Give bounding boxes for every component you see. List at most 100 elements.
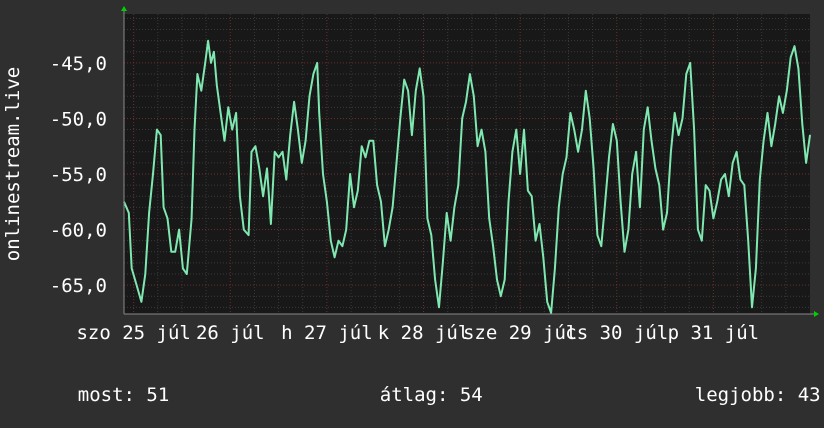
data-point [388, 229, 390, 231]
data-point [480, 129, 483, 131]
data-point [739, 179, 742, 181]
data-point [759, 179, 761, 181]
data-point [778, 95, 780, 97]
average-value-stat: átlag: 54 [334, 362, 483, 428]
data-point [415, 90, 417, 92]
data-point [716, 201, 718, 203]
data-point [426, 217, 428, 219]
data-point [372, 140, 374, 142]
data-point [322, 173, 324, 175]
data-point [308, 95, 311, 97]
data-point [337, 240, 340, 242]
data-point [500, 295, 502, 297]
data-point [395, 162, 398, 164]
data-point [258, 167, 260, 169]
data-point [770, 145, 773, 147]
data-point [293, 101, 295, 103]
average-value: 54 [459, 384, 483, 406]
data-point [647, 106, 649, 108]
data-point [693, 129, 695, 131]
best-label: legjobb: [694, 384, 787, 406]
chart-container: -45,0 -50,0 -55,0 -60,0 -65,0 szo 25 júl 26 j… [0, 0, 824, 406]
y-tick-label: -55,0 [50, 164, 107, 186]
average-label: átlag: [379, 384, 449, 406]
data-point [289, 134, 291, 136]
data-point [573, 129, 575, 131]
data-point [156, 129, 158, 131]
data-point [461, 117, 463, 119]
data-point [274, 151, 276, 153]
y-tick-label: -50,0 [50, 108, 107, 130]
data-point [542, 256, 544, 258]
data-point [612, 123, 614, 125]
data-point [558, 206, 560, 208]
data-point [519, 173, 521, 175]
data-point [191, 217, 193, 219]
data-point [492, 245, 494, 247]
data-point [163, 206, 165, 208]
data-point [235, 112, 237, 114]
data-point [666, 212, 668, 214]
data-point [763, 140, 765, 142]
data-point [281, 151, 284, 153]
data-point [643, 129, 645, 131]
data-point [782, 112, 784, 114]
data-point [207, 40, 209, 42]
data-point [285, 179, 287, 181]
data-point [196, 73, 198, 75]
data-point [736, 151, 738, 153]
data-point [376, 184, 378, 186]
data-point [701, 240, 703, 242]
x-tick-label: k 28 júl [378, 322, 470, 344]
data-point [210, 62, 212, 64]
data-point [220, 112, 222, 114]
data-point [186, 273, 188, 275]
data-point [160, 134, 162, 136]
data-point [469, 73, 471, 75]
data-point [620, 201, 622, 203]
data-point [297, 129, 299, 131]
data-point [511, 151, 513, 153]
data-point [616, 140, 618, 142]
data-point [368, 140, 370, 142]
data-point [193, 129, 196, 131]
data-point [392, 206, 394, 208]
data-point [152, 173, 154, 175]
best-value-stat: legjobb: 43 [649, 362, 821, 428]
data-point [231, 129, 233, 131]
data-point [635, 151, 637, 153]
y-axis-arrow-icon [121, 6, 127, 11]
data-point [743, 184, 745, 186]
plot-area [124, 14, 810, 314]
data-point [213, 51, 215, 53]
data-point [801, 123, 803, 125]
data-point [248, 234, 250, 236]
data-point [361, 145, 363, 147]
data-point [639, 206, 641, 208]
data-point [301, 162, 303, 164]
data-point [178, 229, 180, 231]
data-point [589, 117, 591, 119]
data-point [262, 195, 264, 197]
data-point [670, 151, 672, 153]
data-point [755, 267, 757, 269]
data-point [434, 279, 436, 281]
data-point [419, 67, 421, 69]
x-tick-label: szo 25 júl [76, 322, 190, 344]
data-point [407, 90, 409, 92]
data-point [204, 62, 206, 64]
data-point [724, 173, 726, 175]
x-tick-label: h 27 júl [281, 322, 373, 344]
data-point [316, 62, 318, 64]
data-point [254, 145, 256, 147]
x-tick-label: 26 júl [196, 322, 265, 344]
data-point [728, 195, 730, 197]
x-tick-label: p 31 júl [668, 322, 760, 344]
data-point [446, 212, 448, 214]
line-chart: -45,0 -50,0 -55,0 -60,0 -65,0 szo 25 júl 26 j… [2, 6, 819, 344]
y-axis-label: onlinestream.live [2, 67, 24, 261]
data-point [554, 267, 556, 269]
data-point [593, 167, 595, 169]
data-point [270, 223, 272, 225]
data-point [681, 117, 684, 119]
